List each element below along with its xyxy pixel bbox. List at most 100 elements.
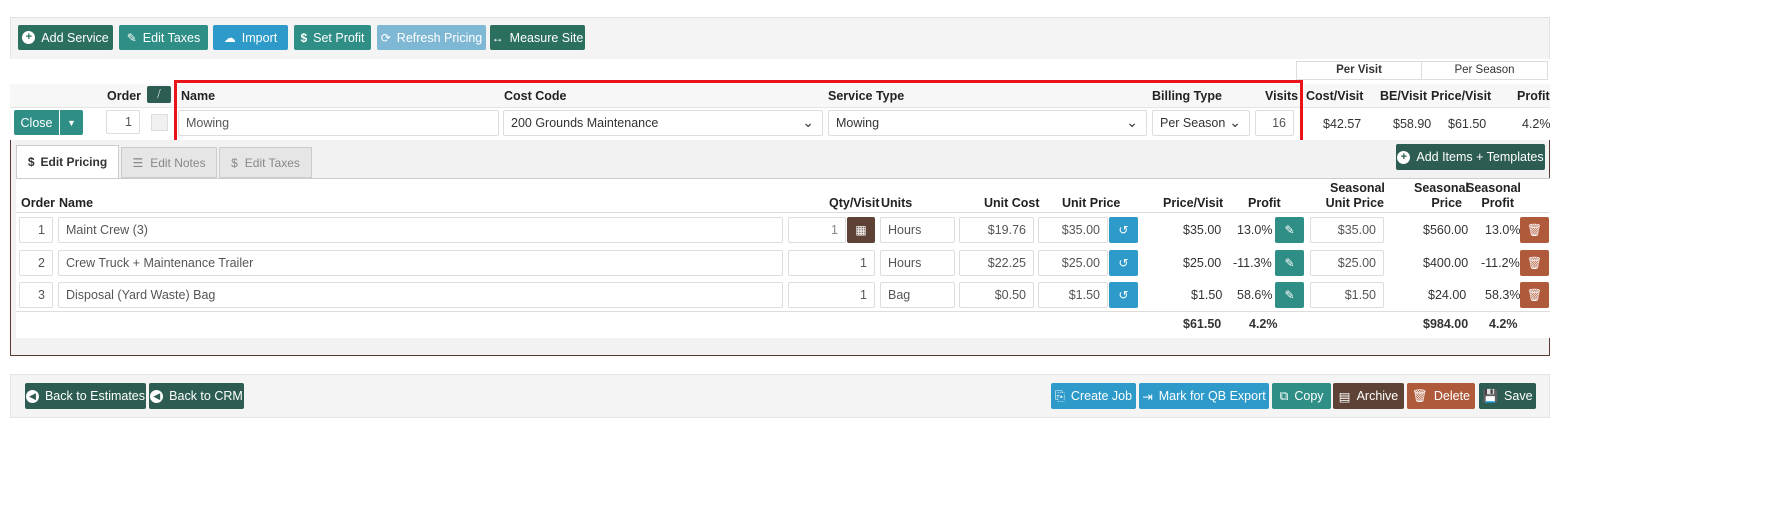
edit-profit-button[interactable]: ✎: [1275, 217, 1304, 243]
item-name-input[interactable]: Maint Crew (3): [58, 217, 783, 243]
header-be-visit: BE/Visit: [1380, 89, 1428, 103]
set-profit-button[interactable]: $ Set Profit: [294, 25, 371, 50]
item-units-input[interactable]: Hours: [880, 217, 955, 243]
service-select-checkbox[interactable]: [151, 114, 168, 131]
close-dropdown-button[interactable]: ▼: [60, 110, 83, 135]
item-unit-price-input[interactable]: $35.00: [1038, 217, 1108, 243]
item-unit-cost-input[interactable]: $19.76: [959, 217, 1034, 243]
item-seasonal-profit: -11.2%: [1481, 256, 1520, 270]
edit-icon: ✎: [126, 30, 137, 45]
service-order-input[interactable]: 1: [106, 110, 140, 134]
chevron-left-circle-icon: ◀: [25, 389, 39, 403]
item-unit-price-input[interactable]: $25.00: [1038, 250, 1108, 276]
item-qty-input[interactable]: 1: [788, 282, 875, 308]
dollar-icon: $: [300, 30, 308, 45]
item-units-input[interactable]: Hours: [880, 250, 955, 276]
total-seasonal-profit: 4.2%: [1489, 317, 1518, 331]
item-seasonal-price: $560.00: [1423, 223, 1469, 237]
delete-button[interactable]: 🗑 Delete: [1407, 383, 1475, 409]
list-icon: ☰: [132, 155, 144, 170]
edit-profit-button[interactable]: ✎: [1275, 250, 1304, 276]
refresh-pricing-button[interactable]: ⟳ Refresh Pricing: [377, 25, 486, 50]
pencil-icon: ✎: [1284, 223, 1295, 237]
pencil-icon: ✎: [1284, 288, 1295, 302]
item-seasonal-unit-price-input[interactable]: $1.50: [1310, 282, 1384, 308]
reset-price-button[interactable]: ↺: [1109, 250, 1138, 276]
plus-circle-icon: +: [22, 31, 36, 44]
chevron-left-circle-icon: ◀: [150, 389, 164, 403]
delete-item-button[interactable]: 🗑: [1520, 282, 1549, 308]
totals-divider: [16, 311, 1550, 312]
edit-taxes-button[interactable]: ✎ Edit Taxes: [119, 25, 208, 50]
back-to-crm-button[interactable]: ◀ Back to CRM: [149, 383, 244, 409]
add-items-templates-button[interactable]: + Add Items + Templates: [1396, 144, 1545, 170]
items-header-seasonal-price: Seasonal Price: [1414, 181, 1469, 210]
item-order-input[interactable]: 1: [19, 217, 53, 243]
cloud-upload-icon: ☁: [223, 30, 236, 45]
dollar-icon: $: [27, 155, 35, 169]
item-profit: 58.6%: [1237, 288, 1273, 302]
total-price-visit: $61.50: [1183, 317, 1222, 331]
items-header-divider: [16, 212, 1550, 213]
archive-icon: ▤: [1338, 389, 1351, 404]
items-header-price-visit: Price/Visit: [1163, 196, 1224, 210]
items-header-seasonal-profit: Seasonal Profit: [1466, 181, 1521, 210]
item-seasonal-unit-price-input[interactable]: $25.00: [1310, 250, 1384, 276]
trash-icon: 🗑: [1526, 223, 1543, 237]
item-order-input[interactable]: 3: [19, 282, 53, 308]
caret-down-icon: ▼: [67, 117, 76, 128]
items-header-name: Name: [59, 196, 94, 210]
undo-icon: ↺: [1118, 288, 1129, 302]
item-qty-input[interactable]: 1: [788, 250, 875, 276]
header-cost-visit: Cost/Visit: [1306, 89, 1364, 103]
item-price-visit: $35.00: [1183, 223, 1222, 237]
trash-icon: 🗑: [1526, 256, 1543, 270]
item-unit-price-input[interactable]: $1.50: [1038, 282, 1108, 308]
toggle-column-button[interactable]: ⧸: [147, 86, 171, 103]
add-service-button[interactable]: + Add Service: [18, 25, 113, 50]
measure-site-button[interactable]: ↔ Measure Site: [490, 25, 585, 50]
copy-icon: ⧉: [1279, 388, 1289, 403]
item-seasonal-profit: 13.0%: [1485, 223, 1521, 237]
reset-price-button[interactable]: ↺: [1109, 282, 1138, 308]
archive-button[interactable]: ▤ Archive: [1333, 383, 1404, 409]
file-export-icon: ⎘: [1054, 388, 1065, 403]
refresh-icon: ⟳: [380, 30, 391, 45]
header-price-visit: Price/Visit: [1431, 89, 1492, 103]
item-qty-input[interactable]: 1: [788, 217, 846, 243]
back-to-estimates-button[interactable]: ◀ Back to Estimates: [25, 383, 146, 409]
item-name-input[interactable]: Crew Truck + Maintenance Trailer: [58, 250, 783, 276]
reset-price-button[interactable]: ↺: [1109, 217, 1138, 243]
item-unit-cost-input[interactable]: $0.50: [959, 282, 1034, 308]
item-unit-cost-input[interactable]: $22.25: [959, 250, 1034, 276]
import-button[interactable]: ☁ Import: [213, 25, 288, 50]
item-seasonal-unit-price-input[interactable]: $35.00: [1310, 217, 1384, 243]
item-units-input[interactable]: Bag: [880, 282, 955, 308]
tab-edit-taxes[interactable]: $ Edit Taxes: [219, 147, 312, 178]
profit-value: 4.2%: [1522, 117, 1551, 131]
item-seasonal-price: $24.00: [1428, 288, 1467, 302]
create-job-button[interactable]: ⎘ Create Job: [1051, 383, 1136, 409]
eye-slash-icon: ⧸: [157, 89, 161, 100]
total-seasonal-price: $984.00: [1423, 317, 1469, 331]
item-name-input[interactable]: Disposal (Yard Waste) Bag: [58, 282, 783, 308]
delete-item-button[interactable]: 🗑: [1520, 250, 1549, 276]
calculator-button[interactable]: ▦: [847, 217, 875, 243]
tab-edit-pricing[interactable]: $ Edit Pricing: [16, 145, 119, 178]
items-header-profit: Profit: [1248, 196, 1281, 210]
calculator-icon: ▦: [855, 223, 867, 237]
cost-visit-value: $42.57: [1323, 117, 1362, 131]
save-button[interactable]: 💾 Save: [1479, 383, 1536, 409]
items-header-unit-price: Unit Price: [1062, 196, 1121, 210]
tab-edit-notes[interactable]: ☰ Edit Notes: [121, 147, 217, 178]
undo-icon: ↺: [1118, 223, 1129, 237]
undo-icon: ↺: [1118, 256, 1129, 270]
plus-circle-icon: +: [1397, 150, 1411, 164]
item-order-input[interactable]: 2: [19, 250, 53, 276]
mark-qb-export-button[interactable]: ⇥ Mark for QB Export: [1139, 383, 1269, 409]
close-button[interactable]: Close: [14, 110, 59, 135]
delete-item-button[interactable]: 🗑: [1520, 217, 1549, 243]
copy-button[interactable]: ⧉ Copy: [1272, 383, 1331, 409]
total-profit: 4.2%: [1249, 317, 1278, 331]
edit-profit-button[interactable]: ✎: [1275, 282, 1304, 308]
